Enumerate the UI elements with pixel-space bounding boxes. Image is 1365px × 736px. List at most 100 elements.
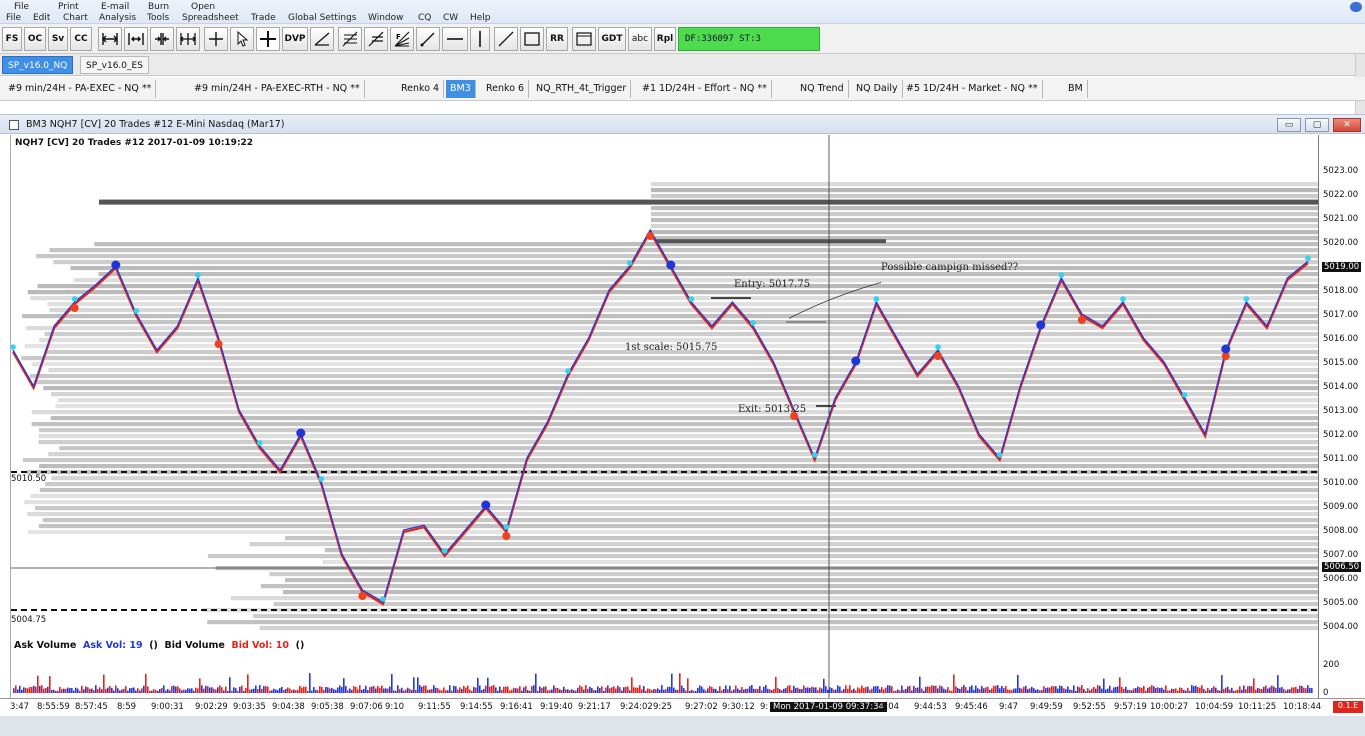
minimize-button[interactable]: ▭ — [1277, 118, 1301, 132]
price-axis[interactable]: 200 0 5023.00 5022.00 5021.00 5020.00 5019.0… — [1318, 135, 1365, 698]
time-axis[interactable]: 3:47 8:55:59 8:57:45 8:59 9:00:31 9:02:29 9:03… — [0, 698, 1365, 716]
volume-bar — [461, 688, 463, 693]
menu-analysis[interactable]: Analysis — [99, 13, 136, 23]
menu-help[interactable]: Help — [470, 13, 491, 23]
menu-window[interactable]: Window — [368, 13, 404, 23]
volume-bar — [1159, 688, 1161, 693]
menu-edit[interactable]: Edit — [33, 13, 50, 23]
volume-bar — [901, 685, 903, 693]
volume-bar — [489, 686, 491, 693]
volume-bar — [727, 689, 729, 693]
chart-tab[interactable]: #9 min/24H - PA-EXEC - NQ ** — [4, 80, 157, 98]
menu-file-main[interactable]: File — [6, 13, 21, 23]
menu-cq[interactable]: CQ — [418, 13, 431, 23]
horizontal-line-icon[interactable] — [442, 27, 468, 51]
cc-button[interactable]: CC — [70, 27, 92, 51]
fib-tool-icon[interactable] — [338, 27, 362, 51]
chart-tab[interactable]: Renko 6 — [482, 80, 530, 98]
info-icon[interactable] — [1350, 2, 1362, 12]
volume-bar — [1185, 690, 1187, 693]
compress-bars-icon[interactable] — [150, 27, 174, 51]
volume-bar — [783, 688, 785, 693]
chart-tab[interactable]: NQ Trend — [796, 80, 849, 98]
volume-bar — [1129, 689, 1131, 693]
volume-bar — [1131, 690, 1133, 693]
fan-tool-icon[interactable]: F — [390, 27, 414, 51]
pointer-icon[interactable] — [230, 27, 254, 51]
fs-button[interactable]: FS — [2, 27, 22, 51]
workspace-tab-nq[interactable]: SP_v16.0_NQ — [2, 56, 74, 74]
vertical-line-icon[interactable] — [470, 27, 490, 51]
rectangle-tool-icon[interactable] — [520, 27, 544, 51]
profile-band — [48, 368, 1318, 373]
menu-global-settings[interactable]: Global Settings — [288, 13, 356, 23]
maximize-button[interactable]: ▢ — [1305, 118, 1329, 132]
menu-tools[interactable]: Tools — [147, 13, 169, 23]
volume-bar — [205, 685, 207, 693]
chart-tab[interactable]: BM — [1064, 80, 1088, 98]
volume-bar — [1141, 687, 1143, 693]
fib-ext-icon[interactable] — [364, 27, 388, 51]
chart-tab[interactable]: #5 1D/24H - Market - NQ ** — [902, 80, 1043, 98]
gdt-button[interactable]: GDT — [598, 27, 626, 51]
chart-tab[interactable]: #1 1D/24H - Effort - NQ ** — [638, 80, 772, 98]
close-button[interactable]: ✕ — [1333, 118, 1361, 132]
chart-tab[interactable]: NQ Daily — [852, 80, 903, 98]
sv-button[interactable]: Sv — [48, 27, 68, 51]
fit-width-icon[interactable] — [98, 27, 122, 51]
dvp-button[interactable]: DVP — [282, 27, 308, 51]
delta-marker-cyan — [1120, 296, 1126, 302]
price-chart[interactable] — [11, 135, 1318, 698]
chart-tab[interactable]: NQ_RTH_4t_Trigger — [532, 80, 632, 98]
delta-marker-cyan — [565, 368, 571, 374]
abc-button[interactable]: abc — [628, 27, 652, 51]
menu-open[interactable]: Open — [191, 2, 215, 12]
volume-bar — [931, 685, 933, 693]
volume-bar — [175, 686, 177, 693]
volume-bar — [1017, 674, 1019, 693]
volume-bar — [1165, 685, 1167, 693]
volume-bar — [1077, 686, 1079, 693]
crosshair-active-icon[interactable] — [256, 27, 280, 51]
menu-burn[interactable]: Burn — [148, 2, 169, 12]
volume-bar — [1279, 687, 1281, 693]
chart-tab[interactable]: #9 min/24H - PA-EXEC-RTH - NQ ** — [190, 80, 365, 98]
trend-tool-icon[interactable] — [310, 27, 334, 51]
menu-print[interactable]: Print — [58, 2, 79, 12]
chart-tab[interactable]: Renko 4 — [397, 80, 445, 98]
volume-bar — [111, 687, 113, 693]
workspace-tab-es[interactable]: SP_v16.0_ES — [80, 56, 149, 74]
volume-bar — [725, 685, 727, 693]
oc-button[interactable]: OC — [24, 27, 46, 51]
volume-bar — [413, 677, 415, 693]
menu-file[interactable]: File — [14, 2, 29, 12]
volume-bar — [1167, 690, 1169, 693]
expand-bars-icon[interactable] — [124, 27, 148, 51]
line-tool-icon[interactable] — [494, 27, 518, 51]
volume-bar — [31, 686, 33, 693]
spread-bars-icon[interactable] — [176, 27, 200, 51]
volume-bar — [373, 685, 375, 693]
window-tool-icon[interactable] — [572, 27, 596, 51]
volume-bar — [103, 674, 105, 693]
rpl-button[interactable]: Rpl — [654, 27, 676, 51]
volume-bar — [397, 685, 399, 693]
rr-button[interactable]: RR — [546, 27, 568, 51]
chart-area[interactable] — [10, 135, 1318, 698]
volume-bar — [765, 685, 767, 693]
ray-tool-icon[interactable] — [416, 27, 440, 51]
volume-bar — [805, 687, 807, 693]
chart-tabs: #9 min/24H - PA-EXEC - NQ ** #9 min/24H … — [0, 77, 1365, 101]
volume-bar — [1271, 685, 1273, 693]
volume-bar — [445, 690, 447, 693]
volume-bar — [1305, 688, 1307, 693]
menu-chart[interactable]: Chart — [63, 13, 88, 23]
menu-cw[interactable]: CW — [443, 13, 458, 23]
crosshair-icon[interactable] — [204, 27, 228, 51]
menu-email[interactable]: E-mail — [101, 2, 129, 12]
menu-trade[interactable]: Trade — [251, 13, 276, 23]
menu-spreadsheet[interactable]: Spreadsheet — [182, 13, 239, 23]
price-tick-label: 5006.00 — [1323, 574, 1359, 584]
chart-tab-active[interactable]: BM3 — [446, 80, 476, 98]
volume-bar — [919, 676, 921, 693]
